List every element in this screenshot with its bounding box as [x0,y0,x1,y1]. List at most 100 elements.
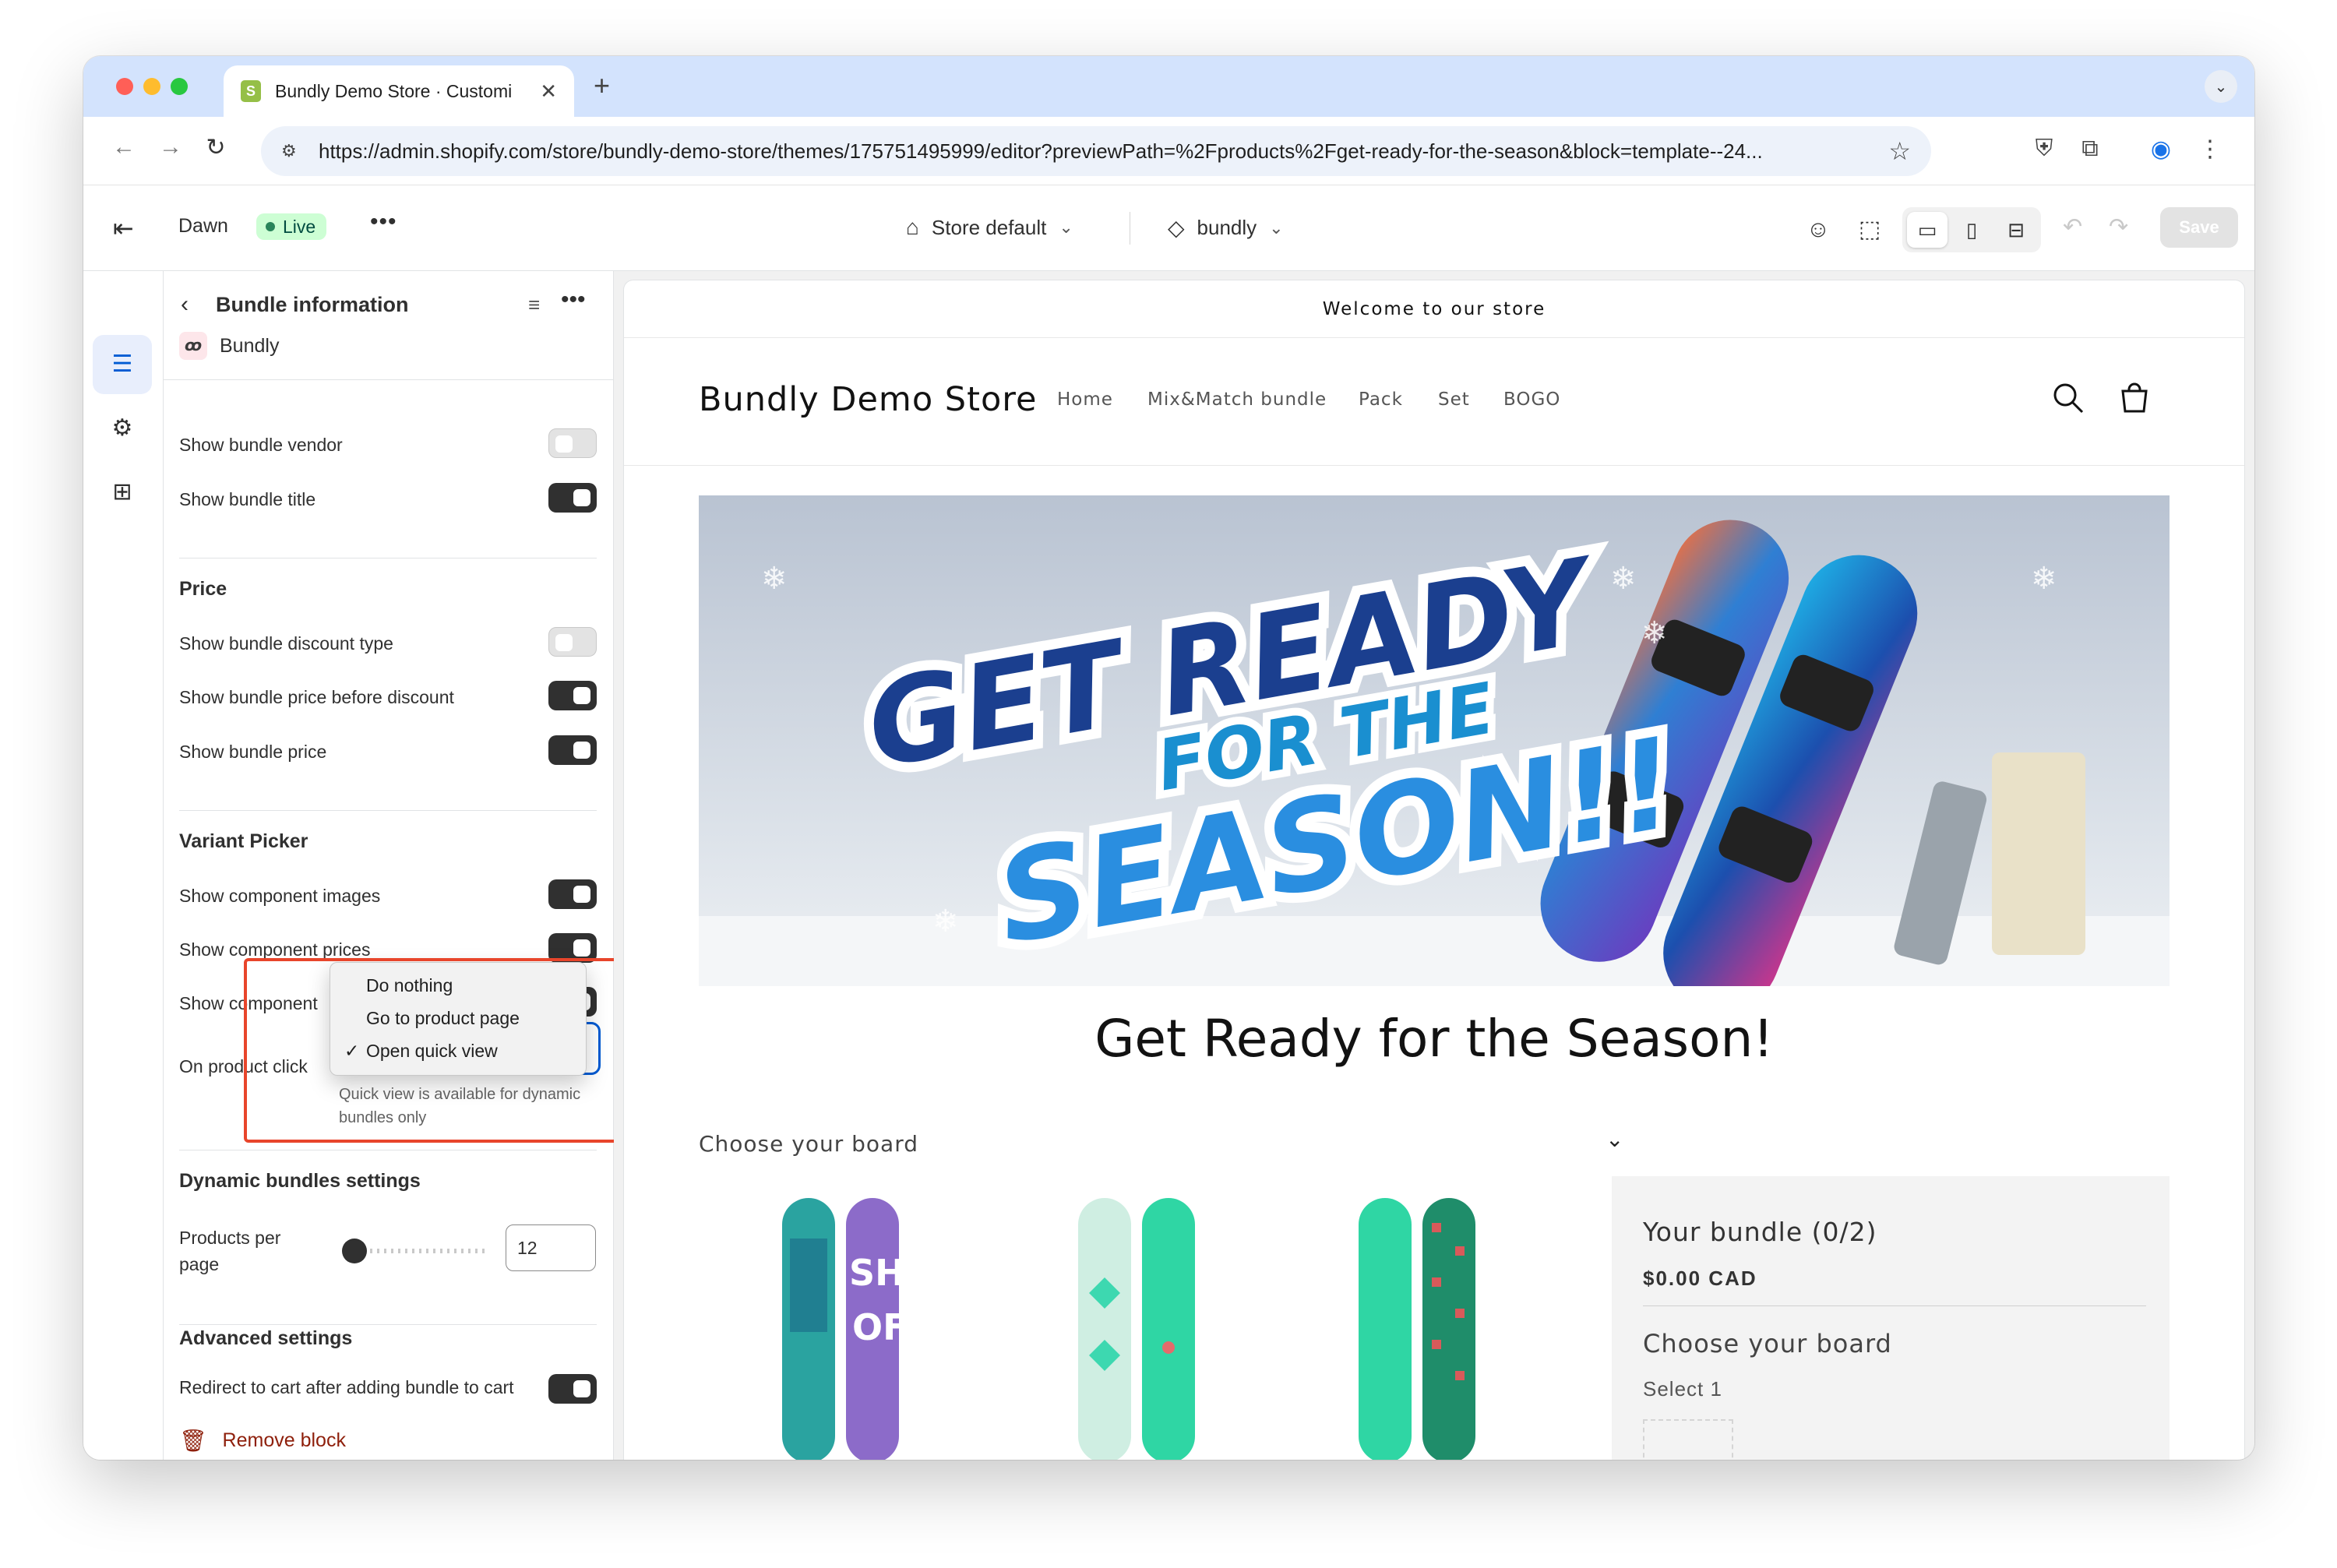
redirect-to-cart-toggle[interactable] [548,1374,597,1404]
undo-icon[interactable]: ↶ [2063,213,2082,241]
bundle-summary: Your bundle (0/2) $0.00 CAD Choose your … [1612,1176,2170,1460]
product-title: Get Ready for the Season! [1094,1009,1774,1069]
site-header: Bundly Demo Store Home Mix&Match bundle … [624,338,2244,466]
browser-toolbar: ← → ↻ ⚙ https://admin.shopify.com/store/… [83,117,2254,185]
sections-icon[interactable]: ☰ [93,335,152,394]
panel-header: ‹ Bundle information ≡ ••• ꝏ Bundly [164,271,613,380]
section-title-advanced: Advanced settings [179,1327,353,1349]
inspector-icon[interactable]: ⬚ [1852,212,1888,248]
products-per-page-slider-thumb[interactable] [342,1239,367,1263]
dropdown-option-product-page[interactable]: Go to product page [330,1002,586,1034]
template-select[interactable]: ◇ bundly ⌄ [1168,215,1284,241]
profile-icon[interactable]: ◉ [2145,136,2177,163]
setting-row: Show bundle price [179,735,597,765]
browser-window: S Bundly Demo Store · Customi ✕ + ⌄ ← → … [83,56,2254,1460]
reload-button[interactable]: ↻ [200,134,231,161]
setting-row: Show bundle vendor [179,428,597,458]
dropdown-option-do-nothing[interactable]: Do nothing [330,969,586,1002]
wax-bar-image [1992,752,2085,955]
remove-block-button[interactable]: 🗑 Remove block [179,1428,346,1453]
snowflake-icon: ❄ [1610,562,1637,596]
on-product-click-label: On product click [179,1056,308,1076]
redo-icon[interactable]: ↷ [2109,213,2128,241]
nav-link-bogo[interactable]: BOGO [1503,389,1560,410]
hero-banner: GET READY GET READY FOR THE FOR THE SEAS… [699,495,2170,986]
browser-menu-icon[interactable]: ⋮ [2194,136,2226,163]
empty-bundle-slot [1643,1419,1733,1460]
chevron-down-icon: ⌄ [1269,217,1284,238]
checkmark-icon: ✓ [344,1041,360,1061]
fullscreen-preview-button[interactable]: ⊟ [1996,212,2036,248]
address-bar[interactable]: ⚙ https://admin.shopify.com/store/bundly… [261,126,1931,176]
search-icon[interactable] [2052,382,2085,422]
board-product-card[interactable]: SH OF [774,1192,930,1460]
setting-row: Show bundle title [179,483,597,513]
store-logo-text[interactable]: Bundly Demo Store [699,380,1037,419]
snowflake-icon: ❄ [932,904,959,939]
settings-panel: ‹ Bundle information ≡ ••• ꝏ Bundly Show… [164,271,614,1460]
desktop-preview-button[interactable]: ▭ [1907,212,1948,248]
theme-name: Dawn [178,215,228,237]
forward-button[interactable]: → [155,134,186,160]
dropdown-option-quick-view[interactable]: ✓ Open quick view [330,1034,586,1067]
exit-editor-icon[interactable]: ⇤ [113,213,134,243]
setting-row: Show bundle price before discount [179,681,597,710]
setting-row: Products per page [179,1226,319,1279]
shopify-bag-icon: S [241,80,261,102]
close-window-button[interactable] [116,78,133,95]
app-embeds-icon[interactable]: ⊞ [93,463,152,522]
chevron-down-icon[interactable]: ⌄ [1606,1126,1623,1152]
tab-strip: S Bundly Demo Store · Customi ✕ + ⌄ [83,56,2254,117]
remove-block-label: Remove block [222,1429,346,1451]
setting-label: Show component [179,993,318,1013]
url-text[interactable]: https://admin.shopify.com/store/bundly-d… [319,139,1873,164]
back-chevron-icon[interactable]: ‹ [181,291,189,318]
products-per-page-slider-track[interactable] [349,1249,489,1253]
show-bundle-title-toggle[interactable] [548,483,597,513]
back-button[interactable]: ← [108,134,139,160]
nav-link-set[interactable]: Set [1438,389,1470,410]
chevron-down-icon: ⌄ [1059,217,1073,237]
new-tab-button[interactable]: + [594,72,610,100]
setting-row: Redirect to cart after adding bundle to … [179,1374,597,1404]
show-price-before-discount-toggle[interactable] [548,681,597,710]
save-button[interactable]: Save [2160,207,2238,248]
ai-assistant-icon[interactable]: ☺ [1800,212,1836,248]
store-context-label: Store default [931,215,1047,239]
show-component-images-toggle[interactable] [548,879,597,909]
close-tab-icon[interactable]: ✕ [540,79,557,104]
store-context-select[interactable]: ⌂ Store default ⌄ [906,215,1073,240]
tab-search-button[interactable]: ⌄ [2205,70,2237,103]
cart-icon[interactable] [2118,382,2151,422]
mobile-preview-button[interactable]: ▯ [1951,212,1992,248]
divider [1643,1305,2146,1306]
nav-link-home[interactable]: Home [1057,389,1113,410]
theme-settings-icon[interactable]: ⚙ [93,399,152,458]
show-component-prices-toggle[interactable] [548,933,597,963]
zoom-window-button[interactable] [171,78,188,95]
divider [179,1324,597,1325]
setting-row: Show bundle discount type [179,627,597,657]
block-actions-button[interactable]: ••• [561,287,586,313]
nav-link-pack[interactable]: Pack [1359,389,1403,410]
products-per-page-input[interactable]: 12 [506,1224,596,1271]
choose-board-heading[interactable]: Choose your board [699,1131,918,1157]
show-bundle-vendor-toggle[interactable] [548,428,597,458]
app-name: Bundly [220,335,280,357]
storefront-preview: Welcome to our store Bundly Demo Store H… [624,280,2244,1460]
data-source-icon[interactable]: ≡ [528,293,540,317]
quick-view-help-text: Quick view is available for dynamic bund… [339,1086,581,1126]
nav-link-mix-match[interactable]: Mix&Match bundle [1147,389,1327,410]
bookmark-star-icon[interactable]: ☆ [1888,136,1911,166]
board-product-card[interactable] [1070,1192,1226,1460]
incognito-icon[interactable]: ⛨ [2029,136,2060,162]
extensions-icon[interactable]: ⧉ [2074,136,2106,162]
browser-tab[interactable]: S Bundly Demo Store · Customi ✕ [224,65,574,117]
board-product-card[interactable] [1351,1192,1507,1460]
products-per-page-label: Products per page [179,1228,281,1274]
minimize-window-button[interactable] [143,78,160,95]
theme-actions-button[interactable]: ••• [370,209,397,235]
site-info-icon[interactable]: ⚙ [281,141,301,161]
show-discount-type-toggle[interactable] [548,627,597,657]
show-bundle-price-toggle[interactable] [548,735,597,765]
